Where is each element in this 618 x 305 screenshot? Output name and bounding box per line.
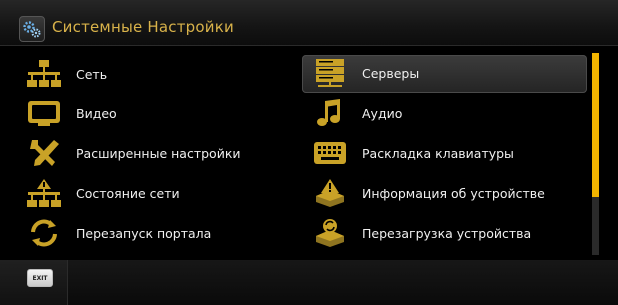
menu-item-advanced[interactable]: Расширенные настройки xyxy=(24,135,282,171)
page-title: Системные Настройки xyxy=(52,18,234,36)
network-icon xyxy=(24,58,64,90)
menu-item-label: Перезагрузка устройства xyxy=(362,225,532,241)
menu-item-keyboard-layout[interactable]: Раскладка клавиатуры xyxy=(310,135,580,171)
network-info-icon xyxy=(24,177,64,209)
wrench-icon xyxy=(24,137,64,169)
menu-item-label: Информация об устройстве xyxy=(362,185,545,201)
menu-item-label: Расширенные настройки xyxy=(76,145,241,161)
menu-item-label: Видео xyxy=(76,105,117,121)
exit-button[interactable]: EXIT xyxy=(27,269,53,287)
device-reboot-icon xyxy=(310,217,350,249)
music-note-icon xyxy=(310,97,350,129)
gear-icon xyxy=(19,16,45,42)
bottom-bar xyxy=(0,260,618,305)
menu-item-restart-portal[interactable]: Перезапуск портала xyxy=(24,215,282,251)
menu-item-label: Серверы xyxy=(362,65,420,81)
menu-item-label: Сеть xyxy=(76,66,108,82)
header-divider xyxy=(0,45,618,46)
scrollbar-thumb[interactable] xyxy=(592,53,599,197)
menu-item-label: Раскладка клавиатуры xyxy=(362,145,514,161)
monitor-icon xyxy=(24,97,64,129)
keyboard-icon xyxy=(310,137,350,169)
menu-item-device-reboot[interactable]: Перезагрузка устройства xyxy=(310,215,580,251)
menu-item-device-info[interactable]: Информация об устройстве xyxy=(310,175,580,211)
menu-item-network-status[interactable]: Состояние сети xyxy=(24,175,282,211)
menu-item-label: Аудио xyxy=(362,105,403,121)
menu-item-servers[interactable]: Серверы xyxy=(302,55,587,93)
scrollbar[interactable] xyxy=(592,53,599,255)
menu-item-label: Состояние сети xyxy=(76,185,180,201)
device-info-icon xyxy=(310,177,350,209)
server-icon xyxy=(310,57,350,89)
menu-item-label: Перезапуск портала xyxy=(76,225,212,241)
menu-item-network[interactable]: Сеть xyxy=(24,56,282,92)
menu-item-audio[interactable]: Аудио xyxy=(310,95,580,131)
refresh-icon xyxy=(24,217,64,249)
menu-item-video[interactable]: Видео xyxy=(24,95,282,131)
